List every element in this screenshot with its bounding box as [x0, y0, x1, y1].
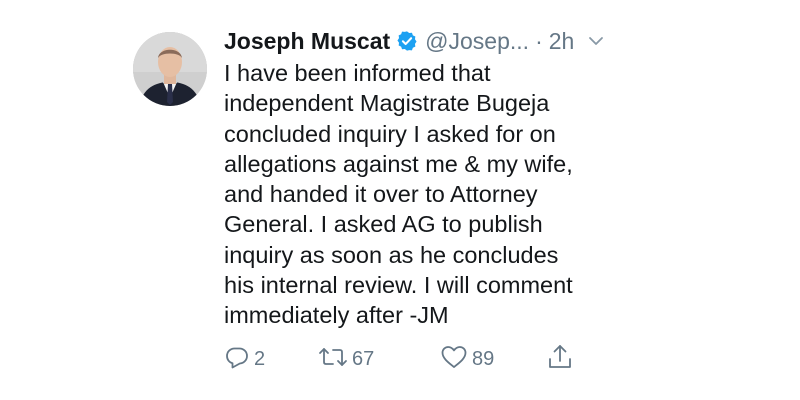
tweet-timestamp[interactable]: 2h — [549, 28, 575, 55]
retweet-button[interactable]: 67 — [318, 342, 374, 376]
tweet-text-line: General. I asked AG to publish — [224, 211, 543, 238]
tweet-text-line: independent Magistrate Bugeja — [224, 90, 550, 117]
retweet-count: 67 — [352, 347, 375, 370]
like-count: 89 — [472, 347, 495, 370]
tweet-card[interactable]: Joseph Muscat @Josep... · 2h I have been… — [0, 0, 800, 400]
tweet-text-line: inquiry as soon as he concludes — [224, 241, 559, 268]
reply-button[interactable]: 2 — [224, 342, 265, 376]
tweet-content: Joseph Muscat @Josep... · 2h I have been… — [224, 24, 644, 331]
like-button[interactable]: 89 — [440, 342, 494, 376]
tweet-text-line: concluded inquiry I asked for on — [224, 120, 556, 147]
avatar[interactable] — [133, 32, 207, 106]
tweet-text-line: allegations against me & my wife, — [224, 150, 573, 177]
tweet-text: I have been informed that independent Ma… — [224, 58, 644, 331]
reply-count: 2 — [254, 347, 266, 370]
chevron-down-icon[interactable] — [586, 31, 606, 51]
tweet-header: Joseph Muscat @Josep... · 2h — [224, 24, 644, 58]
reply-icon — [224, 344, 250, 375]
avatar-image — [133, 32, 207, 106]
share-button[interactable] — [546, 342, 574, 376]
heart-icon — [440, 344, 468, 375]
tweet-text-line: his internal review. I will comment — [224, 272, 573, 299]
verified-badge-icon — [396, 30, 418, 52]
author-handle[interactable]: @Josep... — [425, 28, 529, 55]
share-icon — [546, 343, 574, 376]
tweet-text-line: immediately after -JM — [224, 302, 449, 329]
tweet-text-line: and handed it over to Attorney — [224, 181, 538, 208]
tweet-text-line: I have been informed that — [224, 60, 491, 86]
tweet-actions: 2 67 89 — [224, 342, 604, 376]
retweet-icon — [318, 344, 348, 375]
author-name[interactable]: Joseph Muscat — [224, 28, 390, 55]
separator-dot: · — [535, 27, 543, 54]
